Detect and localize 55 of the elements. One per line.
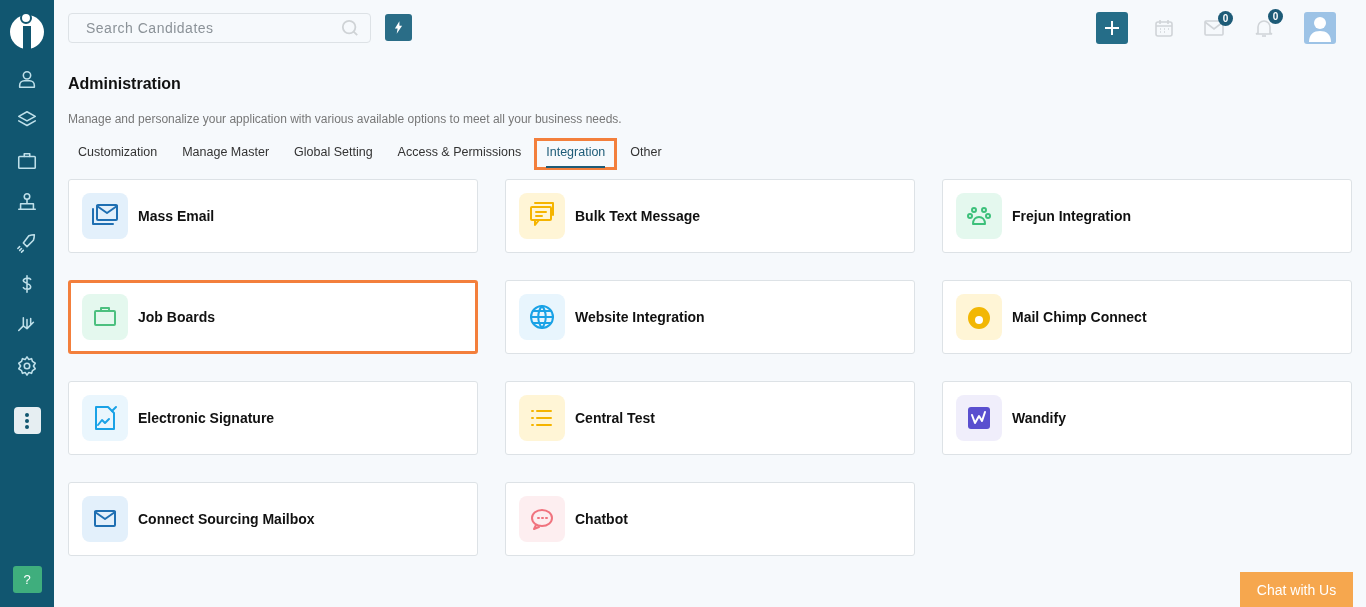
briefcase-icon[interactable] bbox=[16, 150, 38, 172]
integration-card[interactable]: Electronic Signature bbox=[68, 381, 478, 455]
card-label: Wandify bbox=[1012, 410, 1066, 426]
mail-count-badge: 0 bbox=[1218, 10, 1233, 26]
integration-card[interactable]: Website Integration bbox=[505, 280, 915, 354]
card-label: Website Integration bbox=[575, 309, 705, 325]
card-label: Job Boards bbox=[138, 309, 215, 325]
chat-icon bbox=[519, 193, 565, 239]
search-field[interactable]: Search Candidates bbox=[68, 12, 371, 43]
mail-icon bbox=[82, 496, 128, 542]
integration-card[interactable]: Mass Email bbox=[68, 179, 478, 253]
card-label: Mail Chimp Connect bbox=[1012, 309, 1147, 325]
integration-card[interactable]: Central Test bbox=[505, 381, 915, 455]
signature-icon bbox=[82, 395, 128, 441]
integration-card[interactable]: Job Boards bbox=[68, 280, 478, 354]
bell-icon[interactable] bbox=[1254, 17, 1274, 38]
vertical-dots-icon bbox=[25, 412, 29, 429]
search-icon bbox=[341, 18, 359, 37]
more-button[interactable] bbox=[13, 407, 41, 434]
integration-card[interactable]: Connect Sourcing Mailbox bbox=[68, 482, 478, 556]
integration-card[interactable]: Mail Chimp Connect bbox=[942, 280, 1352, 354]
rocket-icon[interactable] bbox=[16, 232, 38, 254]
card-label: Central Test bbox=[575, 410, 655, 426]
globe-icon bbox=[519, 294, 565, 340]
person-icon[interactable] bbox=[16, 68, 38, 90]
card-label: Electronic Signature bbox=[138, 410, 275, 426]
tab[interactable]: Integration bbox=[534, 138, 618, 170]
gear-icon[interactable] bbox=[16, 355, 38, 377]
quick-action-button[interactable] bbox=[385, 14, 412, 41]
card-label: Connect Sourcing Mailbox bbox=[138, 511, 315, 527]
card-label: Bulk Text Message bbox=[575, 208, 700, 224]
bubble-icon bbox=[519, 496, 565, 542]
tab[interactable]: Global Setting bbox=[282, 138, 385, 170]
tab[interactable]: Customization bbox=[66, 138, 170, 170]
add-button[interactable] bbox=[1096, 11, 1128, 44]
card-label: Chatbot bbox=[575, 511, 628, 527]
lightning-icon bbox=[394, 21, 403, 34]
tab[interactable]: Other bbox=[618, 138, 674, 170]
integration-card[interactable]: Chatbot bbox=[505, 482, 915, 556]
page-description: Manage and personalize your application with various available options to meet all your business needs. bbox=[68, 112, 623, 126]
tab[interactable]: Manage Master bbox=[170, 138, 282, 170]
mail-stack-icon bbox=[82, 193, 128, 239]
tab[interactable]: Access & Permissions bbox=[385, 138, 534, 170]
card-label: Frejun Integration bbox=[1012, 208, 1131, 224]
card-label: Mass Email bbox=[138, 208, 215, 224]
plus-icon bbox=[1104, 19, 1120, 36]
integration-card[interactable]: Wandify bbox=[942, 381, 1352, 455]
briefcase-icon bbox=[82, 294, 128, 340]
list-icon bbox=[519, 395, 565, 441]
page-title: Administration bbox=[68, 75, 182, 93]
integration-card[interactable]: Frejun Integration bbox=[942, 179, 1352, 253]
notification-count-badge: 0 bbox=[1268, 8, 1283, 24]
mail-icon[interactable] bbox=[1204, 19, 1224, 36]
integration-card[interactable]: Bulk Text Message bbox=[505, 179, 915, 253]
paw-icon bbox=[956, 193, 1002, 239]
